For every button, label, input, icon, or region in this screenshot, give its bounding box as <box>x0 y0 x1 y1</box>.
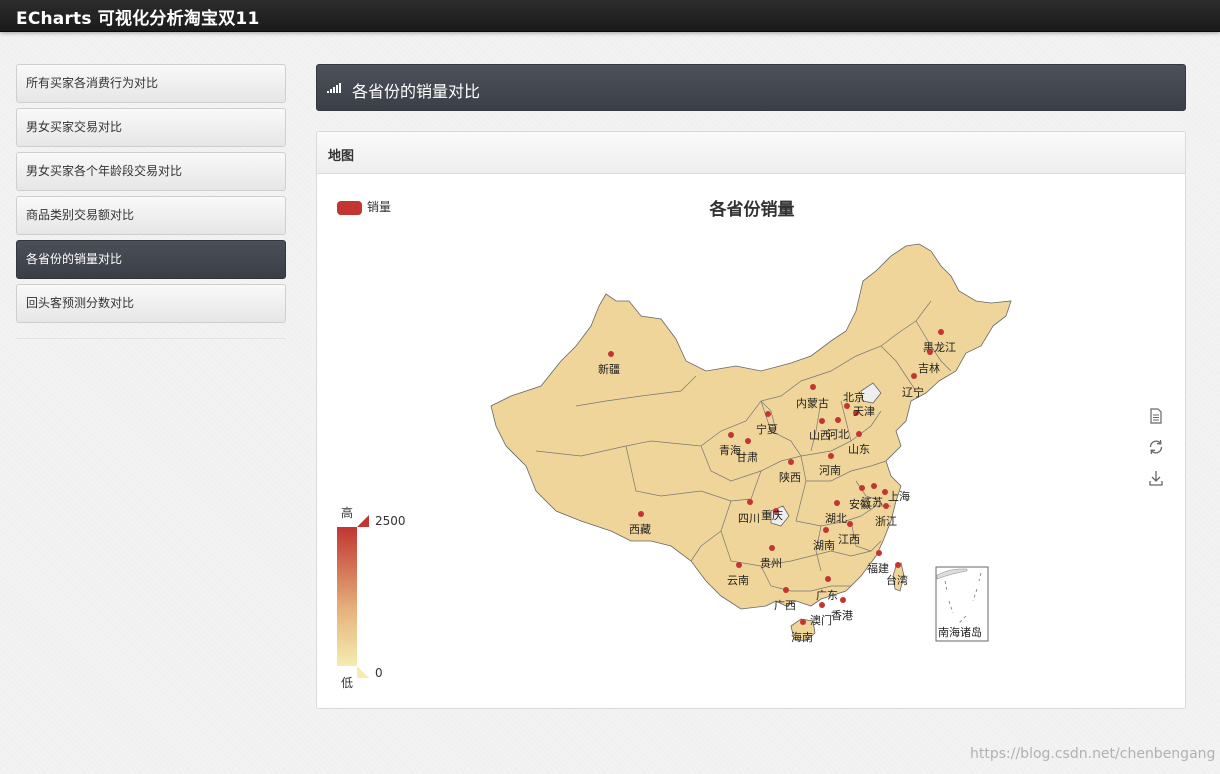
visualmap-handle-top[interactable] <box>357 515 369 527</box>
svg-text:广东: 广东 <box>816 589 838 602</box>
svg-text:云南: 云南 <box>727 574 749 587</box>
sidebar-item-category-trade[interactable]: 商品类别交易额对比 <box>16 196 286 235</box>
map-outline <box>490 243 1012 610</box>
sidebar-item-consumer-behavior[interactable]: 所有买家各消费行为对比 <box>16 64 286 103</box>
signal-icon <box>327 83 341 93</box>
visualmap-low-label: 低 <box>341 676 354 690</box>
svg-text:台湾: 台湾 <box>886 573 908 587</box>
visualmap-min: 0 <box>375 666 383 680</box>
china-map[interactable]: 黑龙江 吉林 辽宁 内蒙古 北京 天津 河北 山西 山东 宁夏 青海 甘肃 陕西… <box>317 174 1185 710</box>
svg-text:广西: 广西 <box>774 599 796 612</box>
svg-text:南海诸岛: 南海诸岛 <box>938 625 982 639</box>
svg-text:湖南: 湖南 <box>813 539 835 552</box>
watermark: https://blog.csdn.net/chenbengang <box>970 746 1216 762</box>
province-taiwan[interactable]: 台湾 <box>886 562 908 587</box>
svg-text:辽宁: 辽宁 <box>902 385 924 399</box>
sidebar: 所有买家各消费行为对比 男女买家交易对比 男女买家各个年龄段交易对比 商品类别交… <box>16 64 286 328</box>
svg-text:上海: 上海 <box>888 489 910 503</box>
svg-text:内蒙古: 内蒙古 <box>796 396 829 410</box>
panel-title: 地图 <box>328 149 355 164</box>
sidebar-item-repeat-buyer[interactable]: 回头客预测分数对比 <box>16 284 286 323</box>
svg-text:香港: 香港 <box>831 609 853 622</box>
save-image-icon[interactable] <box>1147 469 1165 487</box>
sidebar-divider <box>16 338 286 339</box>
svg-text:山东: 山东 <box>848 443 870 456</box>
south-china-sea-inset: 南海诸岛 <box>935 566 989 642</box>
svg-text:吉林: 吉林 <box>918 361 940 375</box>
svg-text:宁夏: 宁夏 <box>756 422 778 436</box>
sidebar-item-gender-trade[interactable]: 男女买家交易对比 <box>16 108 286 147</box>
svg-text:江西: 江西 <box>838 533 860 546</box>
data-view-icon[interactable] <box>1147 407 1165 425</box>
svg-text:福建: 福建 <box>867 561 889 575</box>
svg-text:新疆: 新疆 <box>598 362 620 376</box>
svg-text:贵州: 贵州 <box>760 557 782 570</box>
chart-toolbox <box>1147 407 1185 500</box>
svg-text:西藏: 西藏 <box>629 523 651 536</box>
svg-text:浙江: 浙江 <box>875 515 897 528</box>
province-tianjin[interactable]: 天津 <box>853 405 875 418</box>
panel-header: 地图 <box>317 132 1185 174</box>
svg-text:江苏: 江苏 <box>861 496 883 509</box>
svg-text:海南: 海南 <box>791 630 813 644</box>
sidebar-item-province-sales[interactable]: 各省份的销量对比 <box>16 240 286 279</box>
svg-text:甘肃: 甘肃 <box>736 451 758 464</box>
visualmap-handle-bottom[interactable] <box>357 666 369 678</box>
svg-text:四川: 四川 <box>738 512 760 525</box>
visualmap-bar[interactable] <box>337 527 357 666</box>
svg-text:重庆: 重庆 <box>761 508 783 522</box>
province-macau[interactable]: 澳门 <box>810 602 832 627</box>
svg-text:河南: 河南 <box>819 464 841 477</box>
app-title[interactable]: ECharts 可视化分析淘宝双11 <box>16 4 259 29</box>
sidebar-item-gender-age-trade[interactable]: 男女买家各个年龄段交易对比 <box>16 152 286 191</box>
svg-text:陕西: 陕西 <box>779 470 801 484</box>
map-panel: 地图 销量 各省份销量 黑龙江 吉林 辽宁 内蒙古 北京 天津 河北 山西 山东… <box>316 131 1186 709</box>
svg-text:天津: 天津 <box>853 405 875 418</box>
page-header: 各省份的销量对比 <box>316 64 1186 111</box>
svg-text:澳门: 澳门 <box>810 613 832 627</box>
province-chongqing[interactable]: 重庆 <box>761 508 783 522</box>
top-navbar: ECharts 可视化分析淘宝双11 <box>0 0 1220 32</box>
svg-text:山西: 山西 <box>809 429 831 442</box>
page-title: 各省份的销量对比 <box>352 82 481 101</box>
visualmap-max: 2500 <box>375 514 406 528</box>
visualmap-high-label: 高 <box>341 506 354 520</box>
restore-icon[interactable] <box>1147 438 1165 456</box>
svg-text:湖北: 湖北 <box>825 512 847 525</box>
svg-text:北京: 北京 <box>843 390 865 404</box>
